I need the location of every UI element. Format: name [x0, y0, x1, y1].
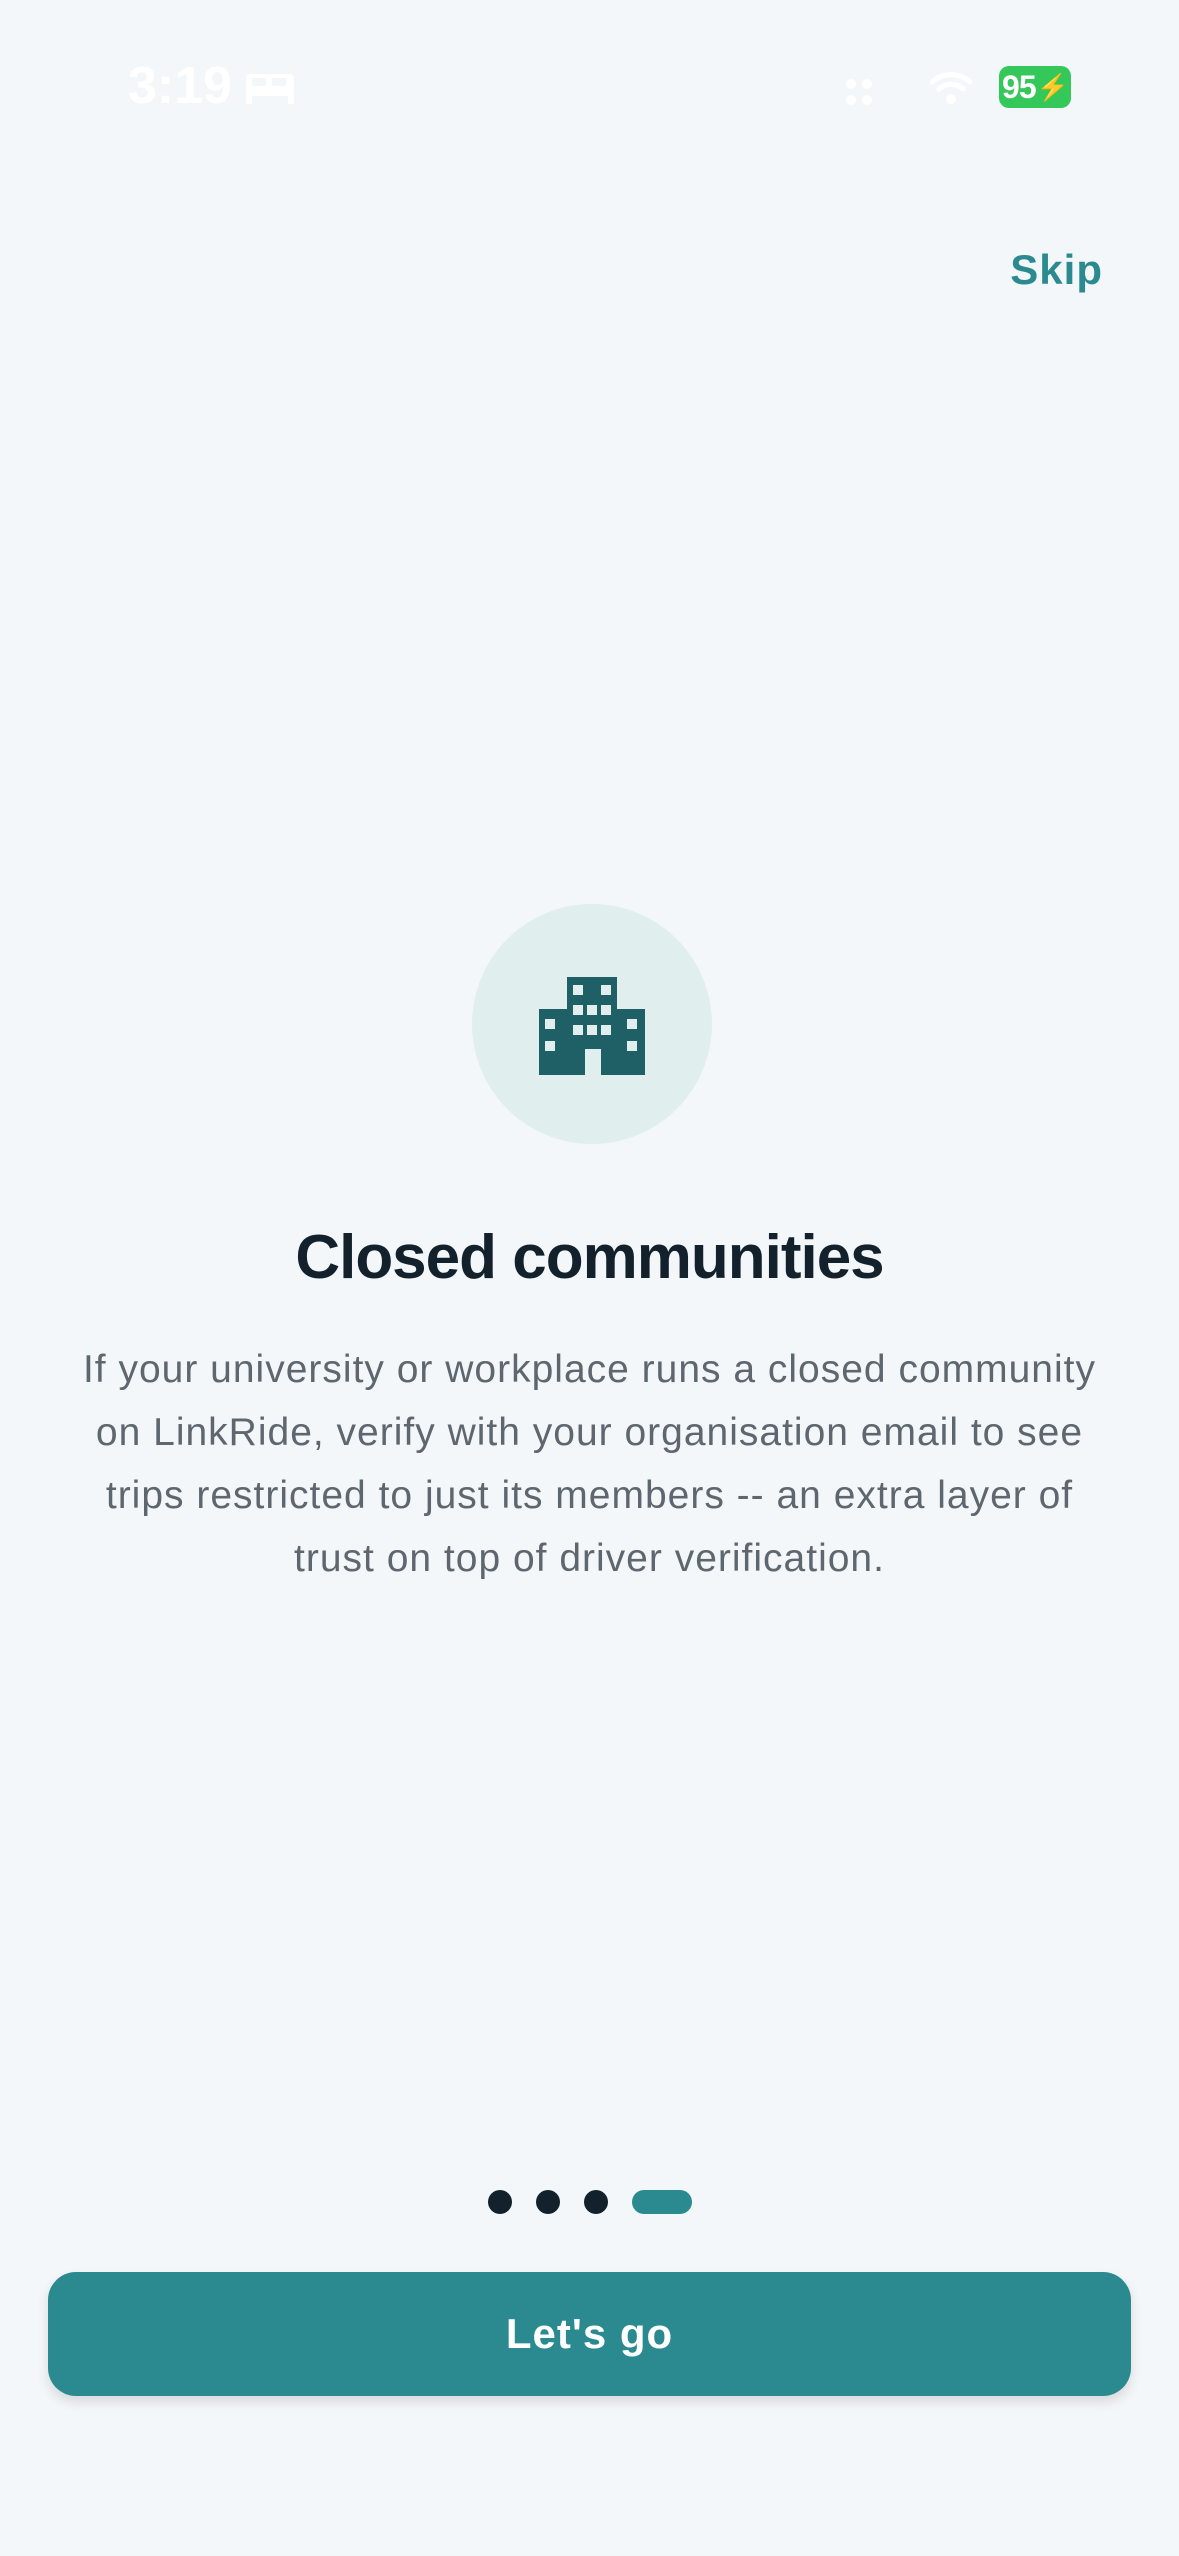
- status-time: 3:19: [128, 57, 233, 115]
- pagination-dot[interactable]: [535, 2190, 560, 2214]
- charging-bolt-icon: ⚡: [1036, 71, 1069, 102]
- bed-icon: [246, 74, 294, 104]
- signal-icon: [846, 79, 872, 105]
- wifi-icon: [929, 72, 973, 104]
- pagination-dot-active[interactable]: [631, 2190, 692, 2214]
- slide-title: Closed communities: [295, 1223, 884, 1292]
- slide-description: If your university or workplace runs a c…: [82, 1348, 1097, 1580]
- battery-icon: 95 ⚡: [999, 66, 1071, 108]
- skip-button[interactable]: Skip: [1010, 246, 1103, 294]
- pagination-dots: [0, 2190, 1179, 2214]
- slide-icon-circle: [472, 904, 712, 1144]
- lets-go-button[interactable]: Let's go: [48, 2272, 1131, 2396]
- pagination-dot[interactable]: [487, 2190, 512, 2214]
- pagination-dot[interactable]: [583, 2190, 608, 2214]
- battery-level: 95: [1002, 68, 1037, 105]
- status-bar: 3:19 95 ⚡: [0, 0, 1179, 170]
- building-icon: [539, 977, 645, 1075]
